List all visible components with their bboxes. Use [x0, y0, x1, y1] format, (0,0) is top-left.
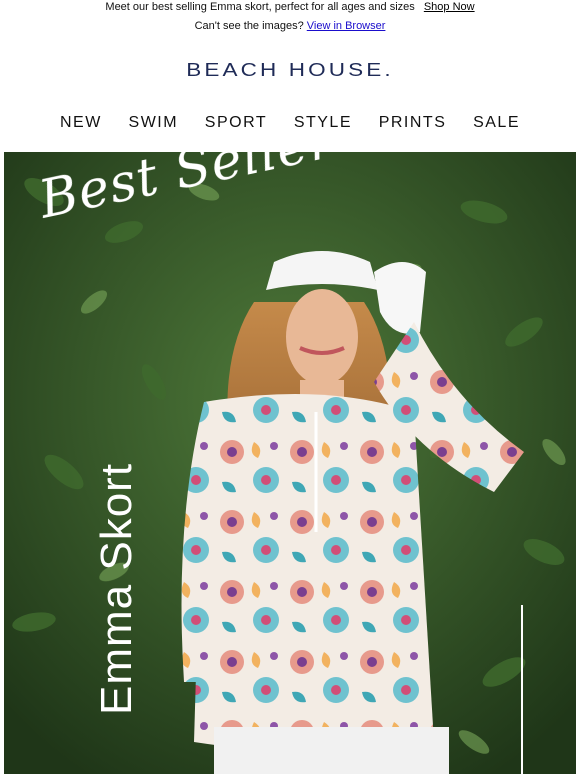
- hero-accent-line: [521, 605, 523, 774]
- view-in-browser-link[interactable]: View in Browser: [307, 20, 386, 32]
- nav-item-swim[interactable]: SWIM: [129, 114, 179, 132]
- shop-now-link[interactable]: Shop Now: [424, 1, 475, 13]
- preheader: Meet our best selling Emma skort, perfec…: [0, 0, 580, 16]
- view-in-browser-line: Can't see the images? View in Browser: [0, 19, 580, 33]
- view-in-browser-text: Can't see the images?: [194, 20, 304, 32]
- nav-item-prints[interactable]: PRINTS: [379, 114, 447, 132]
- brand-logo[interactable]: BEACH HOUSE.: [0, 60, 580, 81]
- nav-item-sale[interactable]: SALE: [473, 114, 520, 132]
- hero-image[interactable]: [4, 152, 576, 774]
- nav-item-new[interactable]: NEW: [60, 114, 102, 132]
- preheader-text: Meet our best selling Emma skort, perfec…: [105, 1, 415, 13]
- hero-vertical-title: Emma Skort: [92, 462, 141, 715]
- hero-photo: [4, 152, 576, 774]
